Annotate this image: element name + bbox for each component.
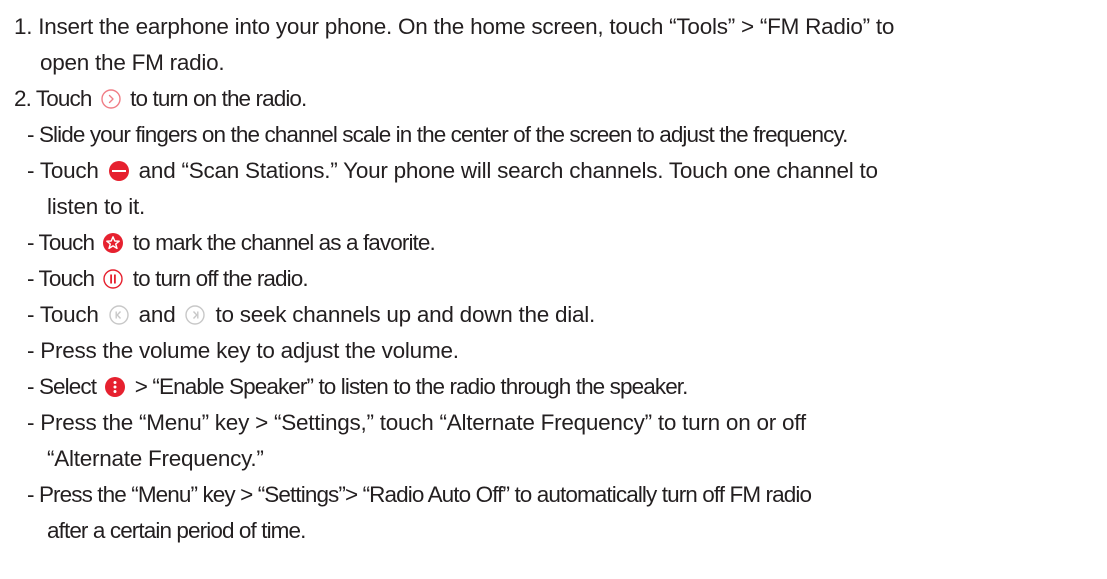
seek-next-icon	[184, 304, 206, 326]
bullet-scan-continued: listen to it.	[47, 194, 146, 219]
step-1-line-2: open the FM radio.	[40, 50, 225, 75]
bullet-af-line-1: - Press the “Menu” key > “Settings,” tou…	[27, 410, 806, 435]
step-2-text-after: to turn on the radio.	[130, 86, 307, 111]
step-1-line-1: 1. Insert the earphone into your phone. …	[14, 14, 895, 39]
bullet-scan-after: and “Scan Stations.” Your phone will sea…	[138, 158, 878, 183]
bullet-off-after: to turn off the radio.	[132, 266, 309, 291]
bullet-seek-after: to seek channels up and down the dial.	[215, 302, 596, 327]
bullet-scan: - Touch and “Scan Stations.” Your phone …	[27, 156, 878, 186]
bullet-volume: - Press the volume key to adjust the vol…	[27, 338, 459, 363]
bullet-slide: - Slide your fingers on the channel scal…	[27, 122, 848, 147]
bullet-favorite: - Touch to mark the channel as a favorit…	[27, 228, 436, 258]
bullet-auto-off-line-2: after a certain period of time.	[47, 518, 306, 543]
fm-radio-instructions: 1. Insert the earphone into your phone. …	[0, 0, 1107, 579]
seek-previous-icon	[108, 304, 130, 326]
bullet-seek: - Touch and to seek channels up and down…	[27, 300, 595, 330]
bullet-off-before: - Touch	[27, 266, 95, 291]
menu-icon	[108, 160, 130, 182]
step-2-line: 2. Touch to turn on the radio.	[14, 84, 307, 114]
favorite-icon	[102, 232, 124, 254]
bullet-off: - Touch to turn off the radio.	[27, 264, 309, 294]
bullet-auto-off-line-1: - Press the “Menu” key > “Settings”> “Ra…	[27, 482, 812, 507]
bullet-af-line-2: “Alternate Frequency.”	[47, 446, 264, 471]
pause-icon	[102, 268, 124, 290]
more-options-icon	[104, 376, 126, 398]
power-on-icon	[100, 88, 122, 110]
bullet-favorite-before: - Touch	[27, 230, 95, 255]
bullet-favorite-after: to mark the channel as a favorite.	[132, 230, 436, 255]
bullet-speaker-after: > “Enable Speaker” to listen to the radi…	[134, 374, 689, 399]
bullet-seek-mid: and	[138, 302, 176, 327]
bullet-seek-before: - Touch	[27, 302, 99, 327]
bullet-scan-before: - Touch	[27, 158, 99, 183]
bullet-speaker-before: - Select	[27, 374, 97, 399]
bullet-speaker: - Select > “Enable Speaker” to listen to…	[27, 372, 688, 402]
step-2-text-before: 2. Touch	[14, 86, 92, 111]
